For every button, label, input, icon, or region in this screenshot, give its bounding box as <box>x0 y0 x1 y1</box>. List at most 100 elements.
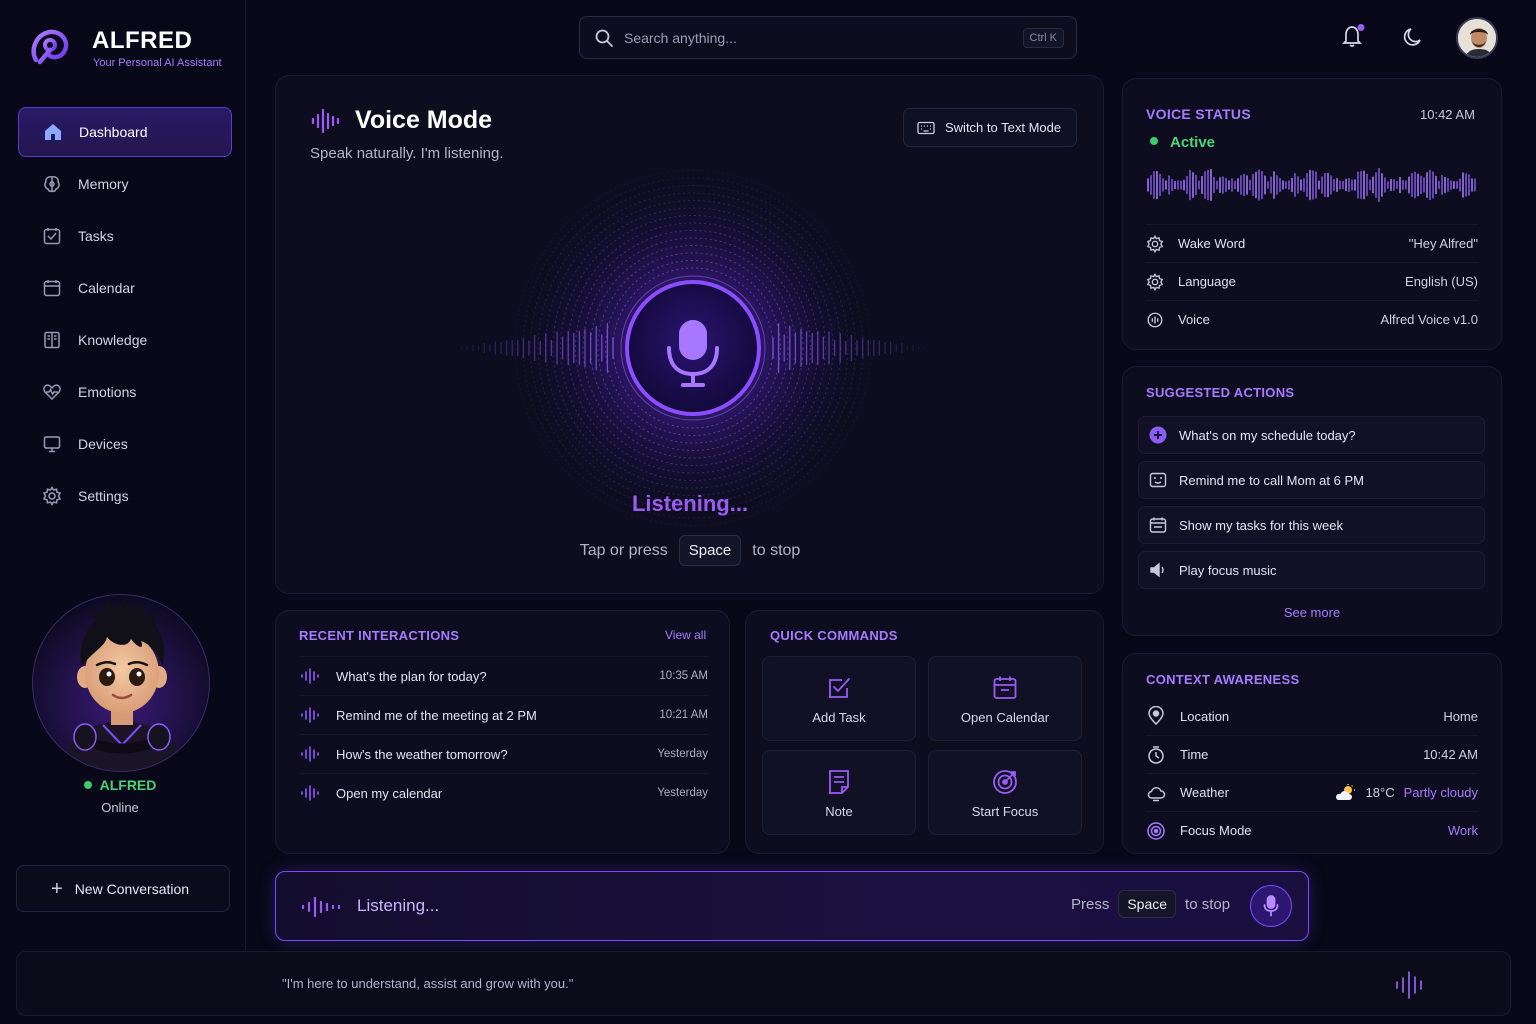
recent-item[interactable]: How's the weather tomorrow? Yesterday <box>300 734 708 773</box>
weather-cloud-icon <box>1146 783 1166 803</box>
listening-bar-text: Listening... <box>357 896 440 915</box>
recent-item[interactable]: What's the plan for today? 10:35 AM <box>300 656 708 695</box>
voice-orb-visualizer <box>453 168 933 528</box>
recent-item-text: Open my calendar <box>336 785 443 801</box>
home-icon <box>43 122 63 142</box>
open-calendar-button[interactable]: Open Calendar <box>928 656 1082 741</box>
to-stop-label: to stop <box>1185 895 1231 913</box>
checkbox-icon <box>42 226 62 246</box>
heart-icon <box>42 382 62 402</box>
mic-button[interactable] <box>1250 885 1292 927</box>
listening-bar-hint: Press Space to stop <box>1071 890 1230 918</box>
sidebar-item-memory[interactable]: Memory <box>18 159 232 209</box>
search-input[interactable]: Search anything... <box>624 30 1023 46</box>
voice-mode-subtitle: Speak naturally. I'm listening. <box>310 145 504 162</box>
language-value: English (US) <box>1405 274 1478 289</box>
sidebar: ALFRED Your Personal AI Assistant Dashbo… <box>0 0 246 950</box>
temperature-value: 18°C <box>1365 785 1395 800</box>
view-all-link[interactable]: View all <box>665 628 706 642</box>
voice-value: Alfred Voice v1.0 <box>1380 312 1478 327</box>
listening-status: Listening... <box>631 491 749 516</box>
sidebar-item-knowledge[interactable]: Knowledge <box>18 315 232 365</box>
voice-status-time: 10:42 AM <box>1420 107 1475 122</box>
search-bar[interactable]: Search anything... Ctrl K <box>579 16 1077 59</box>
notification-bell-icon[interactable] <box>1340 23 1366 49</box>
sidebar-item-label: Tasks <box>78 228 114 244</box>
plus-circle-icon <box>1149 426 1167 444</box>
assistant-name: ALFRED <box>0 777 240 793</box>
sidebar-item-label: Knowledge <box>78 332 148 348</box>
focus-mode-row: Focus Mode Work <box>1146 811 1478 849</box>
weather-value: Partly cloudy <box>1403 785 1478 800</box>
target-icon <box>1146 821 1166 841</box>
target-icon <box>929 768 1081 796</box>
sidebar-item-label: Calendar <box>78 280 135 296</box>
location-label: Location <box>1180 708 1230 724</box>
suggested-action[interactable]: Show my tasks for this week <box>1138 506 1485 544</box>
microphone-icon <box>1263 895 1279 917</box>
sidebar-item-dashboard[interactable]: Dashboard <box>18 107 232 157</box>
sidebar-item-settings[interactable]: Settings <box>18 471 232 521</box>
new-conversation-button[interactable]: + New Conversation <box>16 865 230 912</box>
see-more-link[interactable]: See more <box>1122 605 1502 620</box>
waveform-icon <box>310 108 340 134</box>
active-dot-icon <box>1150 137 1158 145</box>
sidebar-item-calendar[interactable]: Calendar <box>18 263 232 313</box>
suggested-action-text: Remind me to call Mom at 6 PM <box>1179 472 1364 488</box>
gear-icon <box>1146 272 1164 291</box>
search-shortcut: Ctrl K <box>1022 27 1064 48</box>
voice-waveform <box>1146 168 1478 202</box>
recent-title: RECENT INTERACTIONS <box>299 628 460 643</box>
dark-mode-moon-icon[interactable] <box>1401 25 1425 49</box>
space-key: Space <box>678 535 742 566</box>
footer-bar: "I'm here to understand, assist and grow… <box>16 951 1511 1016</box>
switch-to-text-mode-button[interactable]: Switch to Text Mode <box>903 108 1077 147</box>
new-conversation-label: New Conversation <box>74 880 190 897</box>
brain-icon <box>42 174 62 194</box>
suggested-actions-card <box>1122 366 1502 636</box>
speaker-icon <box>1149 561 1167 579</box>
press-label: Press <box>1071 895 1110 913</box>
assistant-avatar <box>32 594 210 772</box>
suggested-action-text: Play focus music <box>1179 562 1277 578</box>
sidebar-item-devices[interactable]: Devices <box>18 419 232 469</box>
user-avatar[interactable] <box>1456 17 1498 59</box>
start-focus-button[interactable]: Start Focus <box>928 750 1082 835</box>
brand-name: ALFRED <box>92 27 193 54</box>
calendar-icon <box>42 278 62 298</box>
time-label: Time <box>1180 747 1209 762</box>
note-label: Note <box>825 804 853 819</box>
recent-item-text: What's the plan for today? <box>336 668 487 684</box>
waveform-icon <box>300 707 320 723</box>
suggested-action-text: Show my tasks for this week <box>1179 517 1343 533</box>
sidebar-item-emotions[interactable]: Emotions <box>18 367 232 417</box>
wake-word-label: Wake Word <box>1178 236 1246 251</box>
listening-bar[interactable]: Listening... Press Space to stop <box>275 871 1309 941</box>
gear-icon <box>42 486 62 506</box>
plus-icon: + <box>51 877 63 900</box>
recent-item-time: 10:35 AM <box>659 670 708 682</box>
location-value: Home <box>1443 708 1478 724</box>
add-task-button[interactable]: Add Task <box>762 656 916 741</box>
sidebar-item-tasks[interactable]: Tasks <box>18 211 232 261</box>
partly-cloudy-icon <box>1334 783 1356 802</box>
suggested-action[interactable]: Play focus music <box>1138 551 1485 589</box>
context-title: CONTEXT AWARENESS <box>1146 672 1300 687</box>
suggested-action[interactable]: Remind me to call Mom at 6 PM <box>1138 461 1485 499</box>
recent-item[interactable]: Remind me of the meeting at 2 PM 10:21 A… <box>300 695 708 734</box>
sidebar-nav: Dashboard Memory Tasks Calendar Knowledg… <box>18 107 232 523</box>
weather-row: Weather 18°C Partly cloudy <box>1146 773 1478 811</box>
quick-commands-title: QUICK COMMANDS <box>770 628 898 643</box>
stop-hint: Tap or press Space to stop <box>276 535 1104 566</box>
voice-mode-title: Voice Mode <box>355 106 493 134</box>
space-key: Space <box>1118 890 1177 918</box>
note-icon <box>763 768 915 796</box>
recent-item[interactable]: Open my calendar Yesterday <box>300 773 708 812</box>
waveform-icon <box>300 746 320 762</box>
brand-tagline: Your Personal AI Assistant <box>93 57 222 69</box>
suggested-action[interactable]: What's on my schedule today? <box>1138 416 1485 454</box>
note-button[interactable]: Note <box>762 750 916 835</box>
waveform-icon <box>300 785 320 801</box>
reminder-icon <box>1149 471 1167 489</box>
language-label: Language <box>1178 274 1236 289</box>
